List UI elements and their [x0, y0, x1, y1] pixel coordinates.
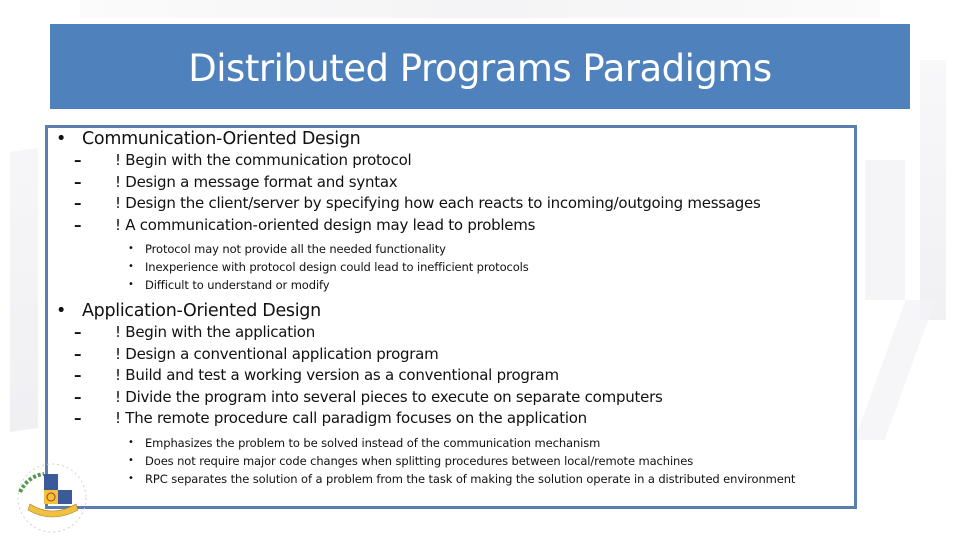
sub-list-item-text: Does not require major code changes when… — [145, 453, 694, 468]
dash-icon: – — [74, 366, 82, 384]
list-item-text: ! The remote procedure call paradigm foc… — [115, 409, 587, 427]
slide-content: • Communication-Oriented Design – ! Begi… — [52, 128, 852, 488]
list-item-text: ! A communication-oriented design may le… — [115, 215, 536, 234]
sub-list-item: • Does not require major code changes wh… — [52, 452, 852, 470]
sub-list-item: • Difficult to understand or modify — [52, 276, 852, 294]
dash-icon: – — [74, 409, 82, 427]
dash-icon: – — [74, 387, 82, 406]
list-item: – ! Design a conventional application pr… — [52, 344, 852, 366]
background-watermark-left — [10, 148, 38, 432]
list-item-text: ! Begin with the application — [115, 323, 315, 341]
list-item-text: ! Design the client/server by specifying… — [115, 194, 761, 212]
background-watermark-curve — [854, 300, 936, 440]
sub-list-item-text: Emphasizes the problem to be solved inst… — [145, 435, 601, 450]
bullet-icon: • — [128, 279, 134, 290]
list-item: – ! Divide the program into several piec… — [52, 387, 852, 409]
dash-icon: – — [74, 215, 82, 234]
section-heading-text: Application-Oriented Design — [82, 301, 321, 321]
list-item-text: ! Design a conventional application prog… — [115, 344, 439, 363]
list-item-text: ! Design a message format and syntax — [115, 172, 398, 191]
background-watermark-right-inner — [865, 160, 905, 300]
sub-list-item: • Inexperience with protocol design coul… — [52, 258, 852, 276]
bullet-icon: • — [56, 129, 67, 149]
dash-icon: – — [74, 323, 82, 341]
list-item: – ! Build and test a working version as … — [52, 365, 852, 387]
bullet-icon: • — [128, 454, 134, 466]
list-item: – ! Begin with the communication protoco… — [52, 150, 852, 172]
sub-list-item-text: Protocol may not provide all the needed … — [145, 242, 446, 256]
title-bar: Distributed Programs Paradigms — [50, 24, 910, 109]
list-item: – ! Begin with the application — [52, 322, 852, 344]
list-item-text: ! Begin with the communication protocol — [115, 151, 412, 169]
sub-list-item-text: RPC separates the solution of a problem … — [145, 471, 796, 486]
dash-icon: – — [74, 194, 82, 212]
sub-list-item: • Protocol may not provide all the neede… — [52, 240, 852, 258]
sub-list-item-text: Inexperience with protocol design could … — [145, 260, 529, 274]
list-item-text: ! Divide the program into several pieces… — [115, 387, 663, 406]
list-item: – ! Design the client/server by specifyi… — [52, 193, 852, 215]
sub-list-item: • Emphasizes the problem to be solved in… — [52, 434, 852, 452]
bullet-icon: • — [128, 243, 134, 254]
slide-title: Distributed Programs Paradigms — [188, 47, 772, 90]
bullet-icon: • — [56, 301, 67, 321]
dash-icon: – — [74, 151, 82, 169]
background-watermark-right — [920, 60, 946, 320]
sub-list-item-text: Difficult to understand or modify — [145, 278, 330, 292]
background-watermark-top — [80, 0, 880, 18]
bullet-icon: • — [128, 472, 134, 484]
list-item: – ! The remote procedure call paradigm f… — [52, 408, 852, 430]
bullet-icon: • — [128, 261, 134, 272]
section-heading-text: Communication-Oriented Design — [82, 129, 361, 149]
dash-icon: – — [74, 344, 82, 363]
list-item: – ! Design a message format and syntax — [52, 172, 852, 194]
section-heading: • Application-Oriented Design — [52, 300, 852, 322]
section-heading: • Communication-Oriented Design — [52, 128, 852, 150]
dash-icon: – — [74, 172, 82, 191]
sub-list-item: • RPC separates the solution of a proble… — [52, 470, 852, 488]
list-item-text: ! Build and test a working version as a … — [115, 366, 559, 384]
list-item: – ! A communication-oriented design may … — [52, 215, 852, 237]
bullet-icon: • — [128, 436, 134, 448]
